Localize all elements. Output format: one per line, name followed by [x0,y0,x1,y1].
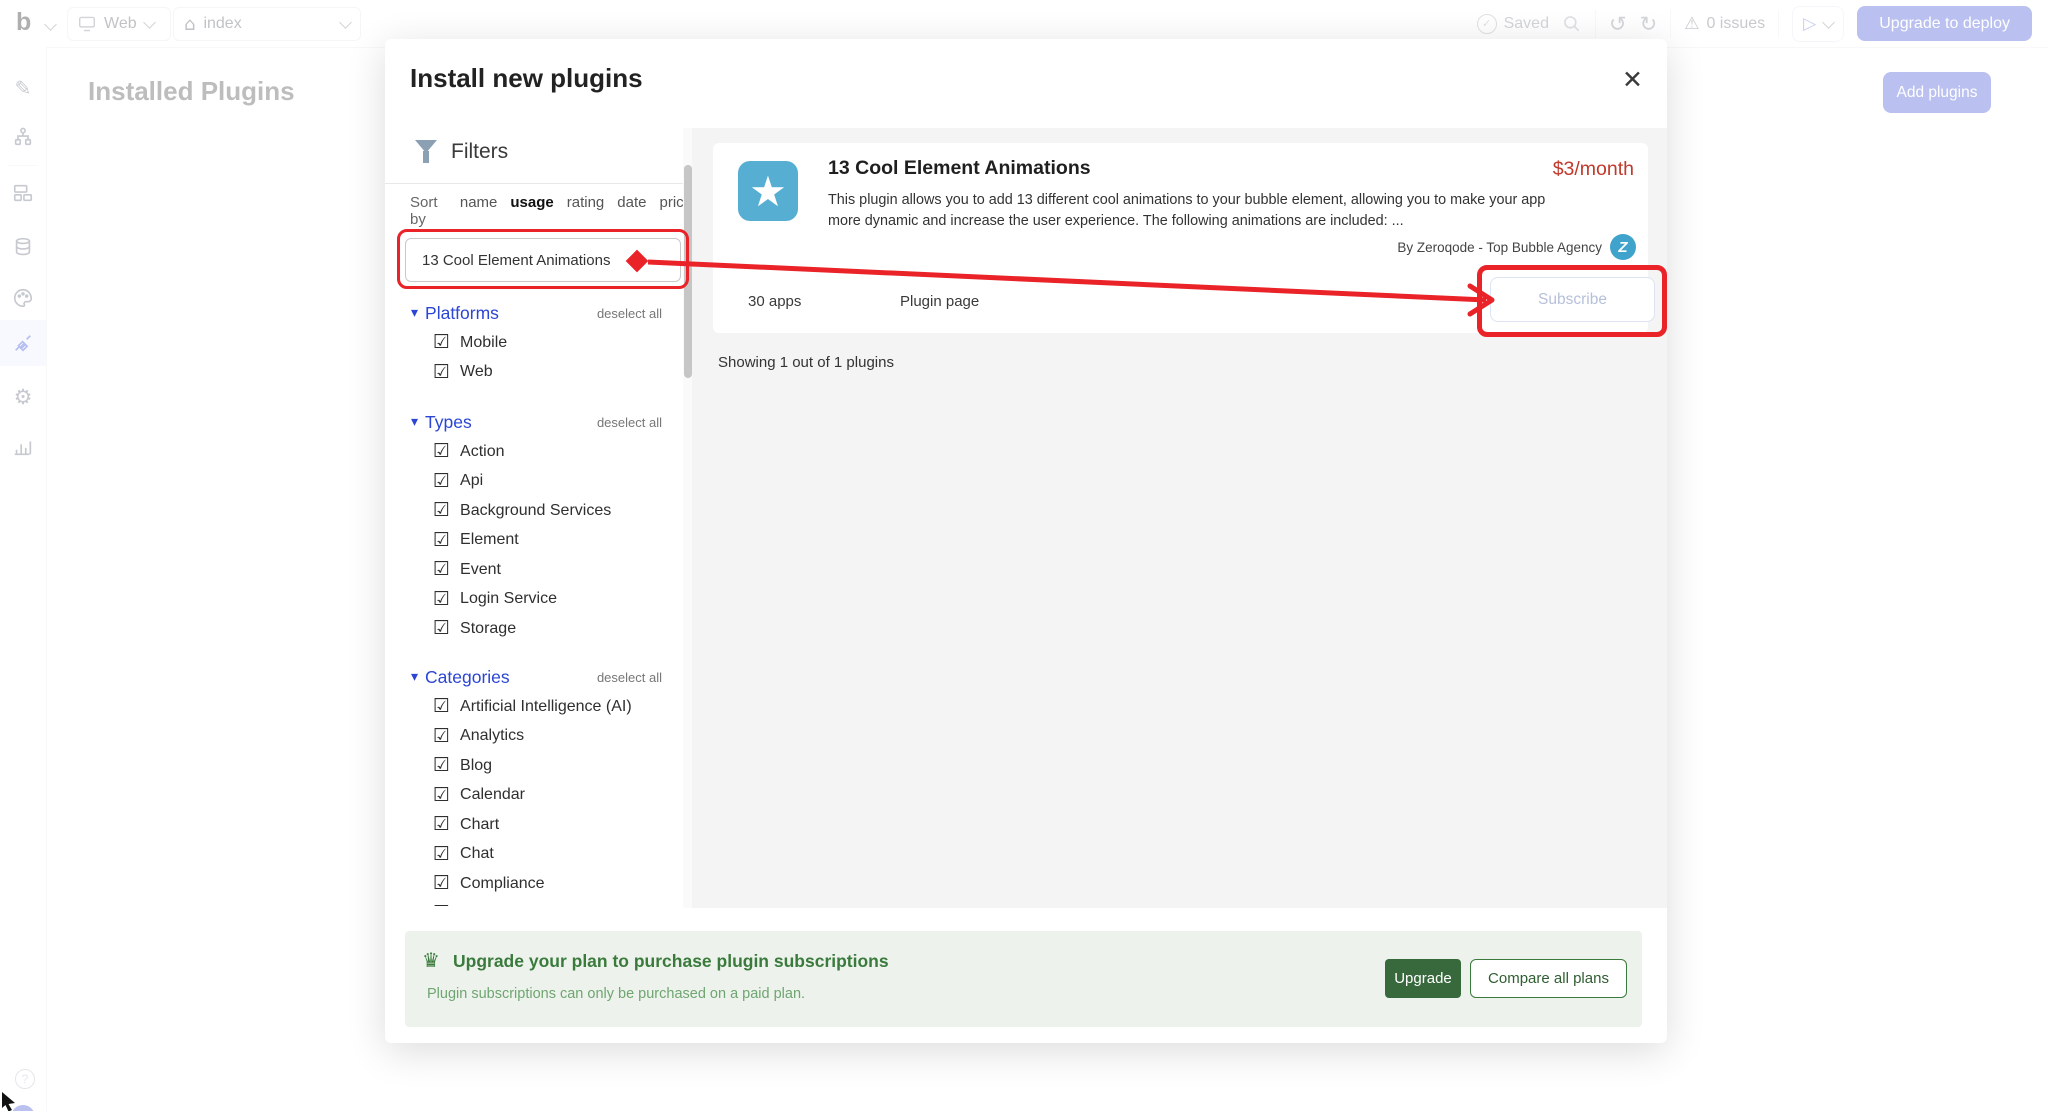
sort-by-row: Sort by name usage rating date price [410,194,692,228]
upgrade-button[interactable]: Upgrade [1385,959,1461,998]
filter-section-types: ▾ Types deselect all ☑ Action ☑ Api ☑ Backg… [385,407,683,644]
checkbox-checked-icon: ☑ [433,783,451,806]
filter-funnel-icon [423,151,429,163]
filter-checkbox-chart[interactable]: ☑ Chart [385,810,683,840]
filter-checkbox-element[interactable]: ☑ Element [385,526,683,556]
caret-down-icon: ▾ [411,669,419,685]
plugin-author-row: By Zeroqode - Top Bubble Agency Z [1397,234,1636,260]
sort-by-label: Sort by [410,194,438,228]
sort-option-rating[interactable]: rating [567,194,605,211]
checkbox-checked-icon: ☑ [433,813,451,836]
compare-all-plans-button[interactable]: Compare all plans [1470,959,1627,998]
plugin-apps-count: 30 apps [748,293,802,310]
sort-option-date[interactable]: date [617,194,646,211]
filter-checkbox-ai[interactable]: ☑ Artificial Intelligence (AI) [385,692,683,722]
plugin-results-area: ★ 13 Cool Element Animations $3/month Th… [692,128,1667,908]
sort-option-usage[interactable]: usage [510,194,553,211]
filter-checkbox-storage[interactable]: ☑ Storage [385,614,683,644]
section-title: Categories [425,666,510,687]
checkbox-checked-icon: ☑ [433,558,451,581]
filter-checkbox-background-services[interactable]: ☑ Background Services [385,496,683,526]
checkbox-checked-icon: ☑ [433,331,451,354]
checkbox-checked-icon: ☑ [433,440,451,463]
banner-subtitle: Plugin subscriptions can only be purchas… [427,986,806,1002]
filter-checkbox-calendar[interactable]: ☑ Calendar [385,781,683,811]
zeroqode-badge-icon: Z [1610,234,1636,260]
checkbox-checked-icon: ☑ [433,499,451,522]
filter-checkbox-chat[interactable]: ☑ Chat [385,840,683,870]
section-header[interactable]: ▾ Platforms deselect all [385,298,683,328]
annotation-box-subscribe [1477,265,1667,337]
crown-icon: ♛ [422,948,440,972]
deselect-all-link[interactable]: deselect all [597,306,662,321]
banner-title: Upgrade your plan to purchase plugin sub… [453,951,889,971]
caret-down-icon: ▾ [411,414,419,430]
checkbox-checked-icon: ☑ [433,842,451,865]
plugin-description: This plugin allows you to add 13 differe… [828,192,1546,229]
plugin-name: 13 Cool Element Animations [828,157,1091,179]
plugin-star-icon: ★ [738,161,798,221]
checkbox-checked-icon: ☑ [433,528,451,551]
filter-checkbox-api[interactable]: ☑ Api [385,467,683,497]
plugin-price: $3/month [1552,158,1634,180]
plugin-author: By Zeroqode - Top Bubble Agency [1397,239,1602,255]
install-plugins-modal: Install new plugins ✕ Filters Sort by na… [385,39,1667,1043]
results-summary: Showing 1 out of 1 plugins [718,354,894,371]
filters-heading: Filters [451,140,509,163]
filter-checkbox-compliance[interactable]: ☑ Compliance [385,869,683,899]
filter-checkbox-mobile[interactable]: ☑ Mobile [385,328,683,358]
checkbox-checked-icon: ☑ [433,724,451,747]
filter-checkbox-event[interactable]: ☑ Event [385,555,683,585]
section-title: Platforms [425,302,499,323]
filter-checkbox-web[interactable]: ☑ Web [385,358,683,388]
section-title: Types [425,411,472,432]
filter-checkbox-action[interactable]: ☑ Action [385,437,683,467]
close-icon[interactable]: ✕ [1622,65,1643,94]
filter-section-platforms: ▾ Platforms deselect all ☑ Mobile ☑ Web [385,298,683,387]
deselect-all-link[interactable]: deselect all [597,670,662,685]
filter-checkbox-content[interactable]: ☑Content [385,899,683,906]
filter-checkbox-blog[interactable]: ☑ Blog [385,751,683,781]
checkbox-checked-icon: ☑ [433,695,451,718]
upgrade-banner: ♛ Upgrade your plan to purchase plugin s… [405,931,1642,1027]
modal-title: Install new plugins [410,63,643,93]
checkbox-checked-icon: ☑ [433,754,451,777]
checkbox-checked-icon: ☑ [433,903,450,906]
bubble-editor: b Web ⌂ index ✓ Saved ↺ ↻ ⚠ 0 issues [0,0,2048,1111]
section-header[interactable]: ▾ Categories deselect all [385,662,683,692]
caret-down-icon: ▾ [411,305,419,321]
filter-section-categories: ▾ Categories deselect all ☑ Artificial In… [385,662,683,907]
divider [385,183,683,184]
checkbox-checked-icon: ☑ [433,617,451,640]
checkbox-checked-icon: ☑ [433,872,451,895]
annotation-box-search [397,229,689,289]
checkbox-checked-icon: ☑ [433,469,451,492]
checkbox-checked-icon: ☑ [433,360,451,383]
deselect-all-link[interactable]: deselect all [597,415,662,430]
filter-checkbox-analytics[interactable]: ☑ Analytics [385,722,683,752]
filter-checkbox-login-service[interactable]: ☑ Login Service [385,585,683,615]
section-header[interactable]: ▾ Types deselect all [385,407,683,437]
sort-option-name[interactable]: name [460,194,498,211]
checkbox-checked-icon: ☑ [433,587,451,610]
plugin-page-link[interactable]: Plugin page [900,293,979,310]
